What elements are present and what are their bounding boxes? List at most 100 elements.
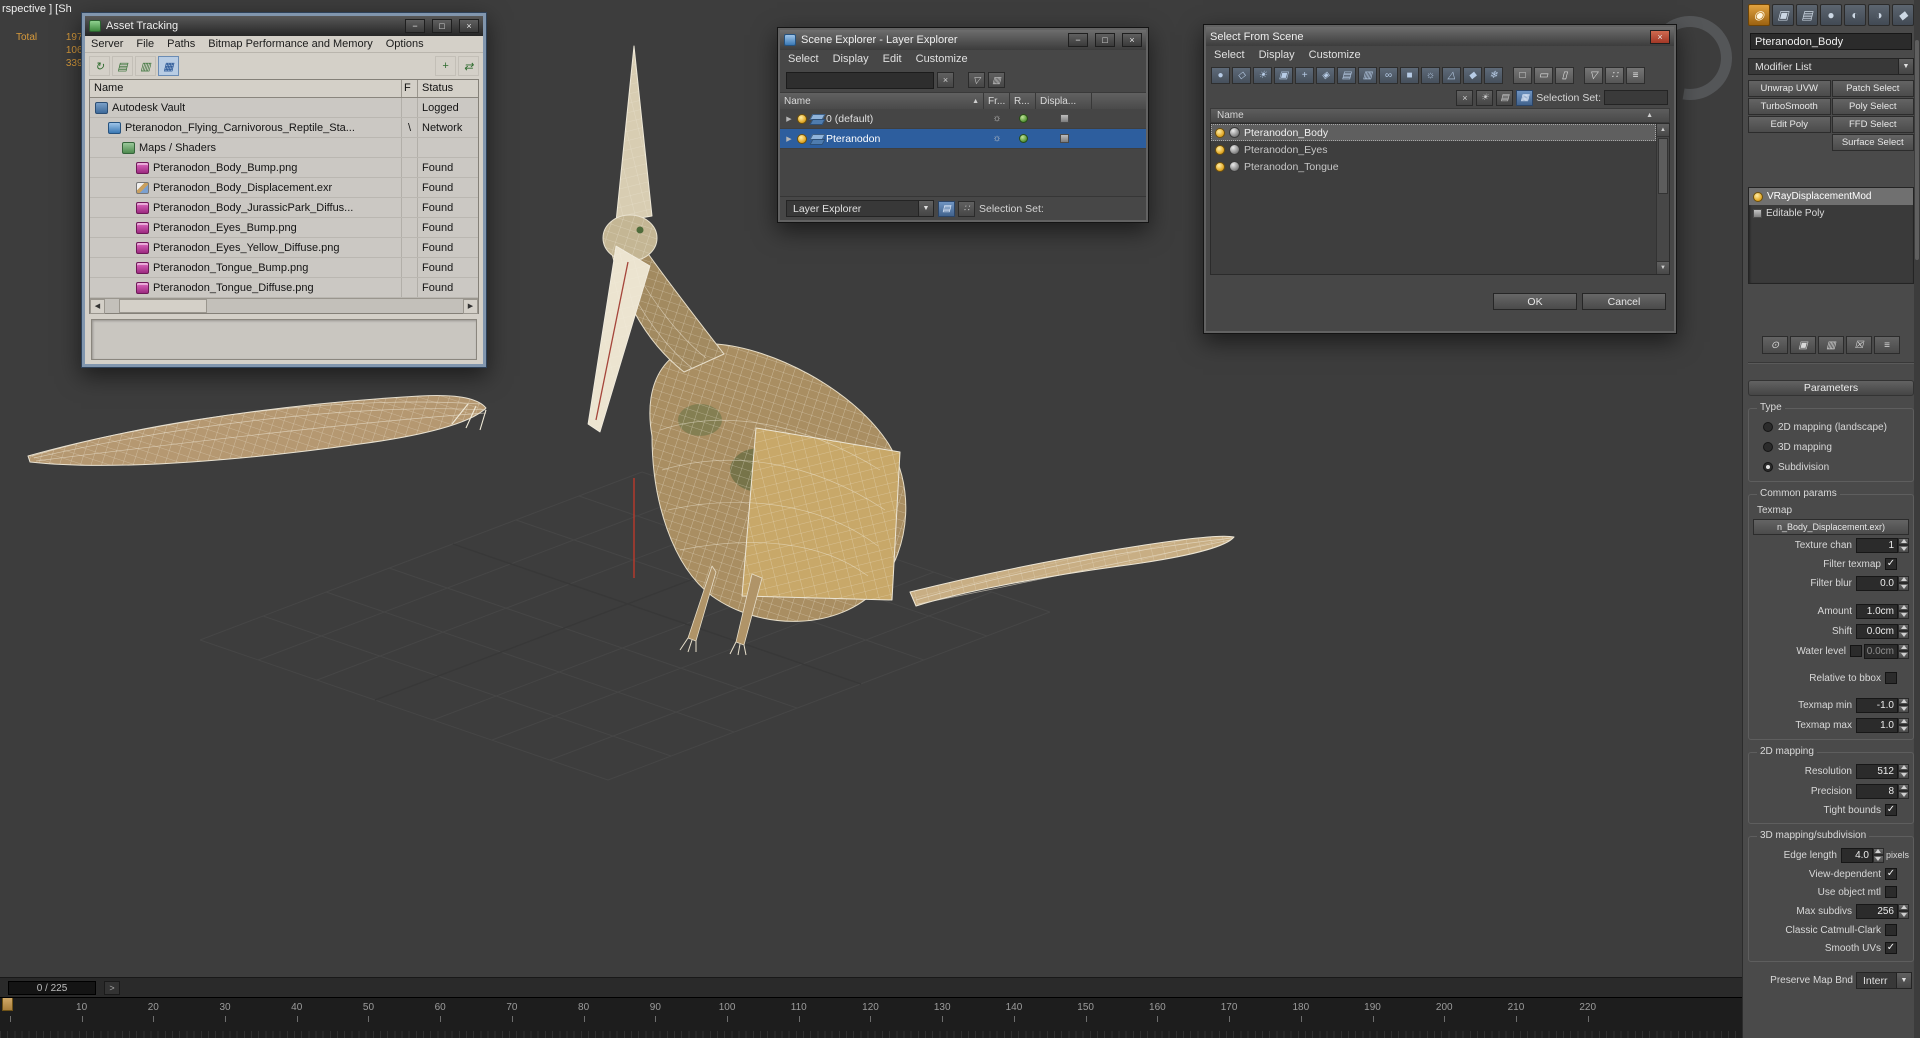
toolbar-icon[interactable]: ⇄	[458, 56, 479, 76]
filter-icon[interactable]: ☼	[1421, 67, 1440, 84]
filter-icon[interactable]: ■	[1400, 67, 1419, 84]
texmap-button[interactable]: n_Body_Displacement.exr)	[1753, 519, 1909, 535]
list-tool-icon[interactable]: ≡	[1626, 67, 1645, 84]
toolbar-icon[interactable]: ▤	[112, 56, 133, 76]
menu-item[interactable]: Paths	[167, 38, 195, 50]
viewport-label[interactable]: rspective ] [Sh	[2, 3, 72, 15]
bulb-icon[interactable]	[1215, 127, 1225, 138]
bulb-icon[interactable]	[1215, 161, 1225, 172]
render-icon[interactable]	[1018, 114, 1028, 123]
track-bar[interactable]: 0 / 225 >	[0, 977, 1742, 997]
modifier-preset-button[interactable]: Edit Poly	[1748, 116, 1831, 133]
minimize-button[interactable]: −	[405, 19, 425, 33]
toolbar-icon[interactable]: ▥	[135, 56, 156, 76]
modifier-preset-button[interactable]: TurboSmooth	[1748, 98, 1831, 115]
scene-object-row[interactable]: Pteranodon_Eyes	[1211, 141, 1656, 158]
column-header-name[interactable]: Name ▲	[780, 93, 984, 109]
stack-tool-icon[interactable]: ▥	[1818, 336, 1844, 354]
classic-catmull-checkbox[interactable]	[1885, 924, 1897, 936]
scene-object-row[interactable]: Pteranodon_Body	[1211, 124, 1656, 141]
time-slider-handle[interactable]	[2, 998, 13, 1011]
asset-row[interactable]: Pteranodon_Body_Bump.png Found	[90, 158, 478, 178]
scroll-left-icon[interactable]: ◀	[90, 298, 105, 314]
filter-icon[interactable]: ●	[1211, 67, 1230, 84]
panel-scrollbar[interactable]	[1914, 0, 1920, 1038]
scroll-up-icon[interactable]: ▲	[1657, 124, 1669, 137]
menu-item[interactable]: Bitmap Performance and Memory	[208, 38, 372, 50]
list-tool-icon[interactable]: ▽	[1584, 67, 1603, 84]
filter-blur-spinner[interactable]	[1898, 575, 1909, 591]
layer-row[interactable]: ▶ 0 (default) ☼	[780, 109, 1146, 129]
menu-item[interactable]: File	[136, 38, 154, 50]
current-frame-indicator[interactable]: 0 / 225	[8, 981, 96, 995]
view-dependent-checkbox[interactable]	[1885, 868, 1897, 880]
tight-bounds-checkbox[interactable]	[1885, 804, 1897, 816]
clear-search-icon[interactable]: ×	[937, 72, 954, 88]
minimize-button[interactable]: −	[1068, 33, 1088, 47]
amount-spinner[interactable]	[1898, 603, 1909, 619]
toolbar-icon[interactable]: ↻	[89, 56, 110, 76]
texmap-max-spinner[interactable]	[1898, 717, 1909, 733]
modifier-icon[interactable]	[1753, 209, 1762, 218]
modifier-stack-row[interactable]: Editable Poly	[1749, 205, 1913, 222]
precision-spinner[interactable]	[1898, 783, 1909, 799]
menu-item[interactable]: Customize	[916, 53, 968, 65]
close-button[interactable]: ×	[459, 19, 479, 33]
asset-row[interactable]: Maps / Shaders	[90, 138, 478, 158]
resolution-spinner[interactable]	[1898, 763, 1909, 779]
resolution-input[interactable]: 512	[1856, 763, 1898, 779]
asset-row[interactable]: Pteranodon_Body_Displacement.exr Found	[90, 178, 478, 198]
water-level-checkbox[interactable]	[1850, 645, 1862, 657]
shift-input[interactable]: 0.0cm	[1856, 623, 1898, 639]
column-header-display[interactable]: Displa...	[1036, 93, 1092, 109]
toolbar-icon[interactable]: ◐	[1844, 4, 1866, 26]
modifier-preset-button[interactable]: Patch Select	[1831, 80, 1914, 97]
asset-row[interactable]: Autodesk Vault Logged	[90, 98, 478, 118]
next-frame-button[interactable]: >	[104, 981, 120, 995]
toolbar-icon[interactable]: ▣	[1772, 4, 1794, 26]
expand-arrow-icon[interactable]: ▶	[784, 135, 794, 143]
menu-item[interactable]: Select	[788, 53, 819, 65]
column-header-name[interactable]: Name	[1217, 110, 1244, 121]
menu-item[interactable]: Customize	[1309, 49, 1361, 61]
modifier-list-dropdown[interactable]: Modifier List ▼	[1748, 58, 1914, 75]
close-button[interactable]: ×	[1650, 29, 1670, 44]
scrollbar-track[interactable]	[105, 299, 463, 313]
vertical-scrollbar[interactable]: ▲ ▼	[1656, 124, 1669, 274]
asset-row[interactable]: Pteranodon_Eyes_Yellow_Diffuse.png Found	[90, 238, 478, 258]
filter-icon[interactable]: ☀	[1253, 67, 1272, 84]
scrollbar-thumb[interactable]	[1658, 138, 1668, 194]
menu-item[interactable]: Display	[833, 53, 869, 65]
menu-item[interactable]: Edit	[883, 53, 902, 65]
filter-icon[interactable]: △	[1442, 67, 1461, 84]
list-tool-icon[interactable]: □	[1513, 67, 1532, 84]
layer-row[interactable]: ▶ Pteranodon ☼	[780, 129, 1146, 149]
scroll-right-icon[interactable]: ▶	[463, 298, 478, 314]
modifier-preset-button[interactable]: FFD Select	[1831, 116, 1914, 133]
bulb-icon[interactable]	[1215, 144, 1225, 155]
toolbar-icon[interactable]: ▥	[988, 72, 1005, 88]
maximize-button[interactable]: □	[432, 19, 452, 33]
bulb-icon[interactable]	[797, 133, 807, 144]
texmap-min-input[interactable]: -1.0	[1856, 697, 1898, 713]
parameters-rollout[interactable]: Parameters	[1748, 380, 1914, 396]
horizontal-scrollbar[interactable]: ◀ ▶	[90, 298, 478, 314]
radio-row[interactable]: Subdivision	[1751, 457, 1911, 477]
radio-row[interactable]: 2D mapping (landscape)	[1751, 417, 1911, 437]
time-ruler[interactable]: 0102030405060708090100110120130140150160…	[0, 997, 1742, 1038]
asset-row[interactable]: Pteranodon_Tongue_Bump.png Found	[90, 258, 478, 278]
scene-list-header[interactable]: Name ▲	[1210, 108, 1670, 123]
select-from-scene-titlebar[interactable]: Select From Scene ×	[1206, 27, 1674, 46]
close-button[interactable]: ×	[1122, 33, 1142, 47]
search-input[interactable]	[786, 71, 934, 89]
frozen-icon[interactable]: ☼	[992, 133, 1001, 144]
filter-icon[interactable]: ∞	[1379, 67, 1398, 84]
filter-texmap-checkbox[interactable]	[1885, 558, 1897, 570]
asset-row[interactable]: Pteranodon_Body_JurassicPark_Diffus... F…	[90, 198, 478, 218]
preserve-map-dropdown[interactable]: Interr ▼	[1856, 972, 1912, 989]
bulb-icon[interactable]	[797, 113, 807, 124]
use-object-mtl-checkbox[interactable]	[1885, 886, 1897, 898]
toolbar-icon[interactable]: ◑	[1868, 4, 1890, 26]
menu-item[interactable]: Server	[91, 38, 123, 50]
render-icon[interactable]	[1018, 134, 1028, 143]
